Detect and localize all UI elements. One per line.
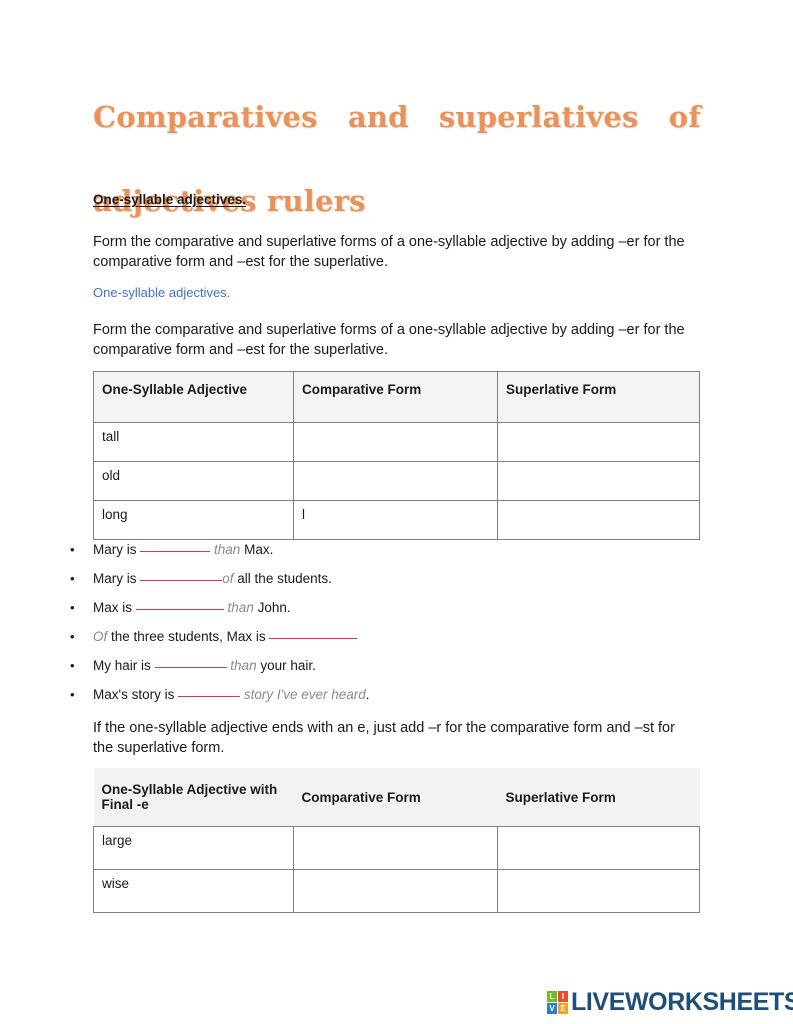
answer-blank[interactable]	[135, 599, 224, 610]
answer-blank[interactable]	[140, 570, 223, 581]
cell-comparative-input[interactable]	[293, 461, 498, 501]
list-item: Max's story is story I've ever heard.	[62, 680, 702, 709]
cell-adjective: tall	[93, 422, 294, 462]
exercise-text-pre: the three students, Max is	[111, 629, 266, 644]
column-header-adjective-final-e: One-Syllable Adjective with Final -e	[93, 768, 294, 827]
logo-tile-v: V	[547, 1003, 557, 1014]
cell-comparative-input[interactable]	[293, 422, 498, 462]
table-row: long l	[93, 500, 700, 540]
liveworksheets-logo[interactable]: L I V E LIVEWORKSHEETS	[547, 990, 793, 1015]
answer-blank[interactable]	[269, 628, 358, 639]
table-row: large	[93, 826, 700, 870]
exercise-list: Mary is than Max. Mary is of all the stu…	[62, 535, 702, 709]
cell-adjective: long	[93, 500, 294, 540]
exercise-text-post: Max.	[244, 542, 274, 557]
cell-comparative-input[interactable]	[293, 869, 498, 913]
exercise-text-pre: Max's story is	[93, 687, 175, 702]
column-header-superlative: Superlative Form	[497, 371, 700, 423]
exercise-text-pre-italic: Of	[93, 629, 108, 644]
answer-blank[interactable]	[140, 541, 211, 552]
cell-adjective: large	[93, 826, 294, 870]
exercise-text-pre: My hair is	[93, 658, 151, 673]
cell-superlative-input[interactable]	[497, 869, 700, 913]
table-row: wise	[93, 869, 700, 913]
cell-superlative-input[interactable]	[497, 826, 700, 870]
exercise-text-mid: story I've ever heard	[243, 687, 366, 702]
table-row: tall	[93, 422, 700, 462]
cell-adjective: old	[93, 461, 294, 501]
column-header-superlative: Superlative Form	[497, 768, 700, 827]
exercise-text-pre: Mary is	[93, 542, 137, 557]
list-item: Max is than John.	[62, 593, 702, 622]
column-header-comparative: Comparative Form	[293, 371, 498, 423]
worksheet-page: Comparatives and superlatives of adjecti…	[0, 0, 793, 1024]
table-header-row: One-Syllable Adjective Comparative Form …	[93, 371, 700, 423]
section-one-heading-blue: One-syllable adjectives.	[93, 285, 231, 300]
section-one-paragraph-1: Form the comparative and superlative for…	[93, 234, 685, 270]
exercise-text-pre: Mary is	[93, 571, 137, 586]
exercise-text-mid: than	[214, 542, 241, 557]
one-syllable-adjective-table: One-Syllable Adjective Comparative Form …	[93, 371, 700, 540]
column-header-line-1: One-Syllable Adjective with	[101, 782, 278, 797]
answer-blank[interactable]	[178, 686, 241, 697]
liveworksheets-logo-text: LIVEWORKSHEETS	[571, 988, 793, 1016]
cell-superlative-input[interactable]	[497, 422, 700, 462]
exercise-text-mid: of	[222, 571, 234, 586]
final-e-adjective-table: One-Syllable Adjective with Final -e Com…	[93, 768, 700, 913]
exercise-text-pre: Max is	[93, 600, 133, 615]
page-title-line-1: Comparatives and superlatives of	[93, 100, 701, 134]
logo-tile-i: I	[558, 991, 568, 1002]
exercise-text-mid: than	[230, 658, 257, 673]
exercise-text-post: .	[365, 687, 370, 702]
list-item: Mary is of all the students.	[62, 564, 702, 593]
list-item: Mary is than Max.	[62, 535, 702, 564]
cell-superlative-input[interactable]	[497, 500, 700, 540]
exercise-text-post: John.	[257, 600, 291, 615]
exercise-text-post: all the students.	[237, 571, 332, 586]
exercise-text-mid: than	[227, 600, 254, 615]
answer-blank[interactable]	[154, 657, 227, 668]
column-header-line-2: Final -e	[101, 797, 149, 812]
table-row: old	[93, 461, 700, 501]
section-one-heading: One-syllable adjectives.	[93, 192, 247, 207]
column-header-comparative: Comparative Form	[293, 768, 498, 827]
section-two-paragraph: If the one-syllable adjective ends with …	[93, 720, 675, 756]
cell-superlative-input[interactable]	[497, 461, 700, 501]
liveworksheets-logo-icon: L I V E	[547, 991, 568, 1014]
table-header-row: One-Syllable Adjective with Final -e Com…	[93, 768, 700, 827]
cell-comparative-input[interactable]	[293, 826, 498, 870]
column-header-adjective: One-Syllable Adjective	[93, 371, 294, 423]
section-one-paragraph-2: Form the comparative and superlative for…	[93, 322, 685, 358]
cell-adjective: wise	[93, 869, 294, 913]
logo-tile-e: E	[558, 1003, 568, 1014]
logo-tile-l: L	[547, 991, 557, 1002]
exercise-text-post: your hair.	[260, 658, 316, 673]
list-item: Of the three students, Max is	[62, 622, 702, 651]
list-item: My hair is than your hair.	[62, 651, 702, 680]
cell-comparative-input[interactable]: l	[293, 500, 498, 540]
